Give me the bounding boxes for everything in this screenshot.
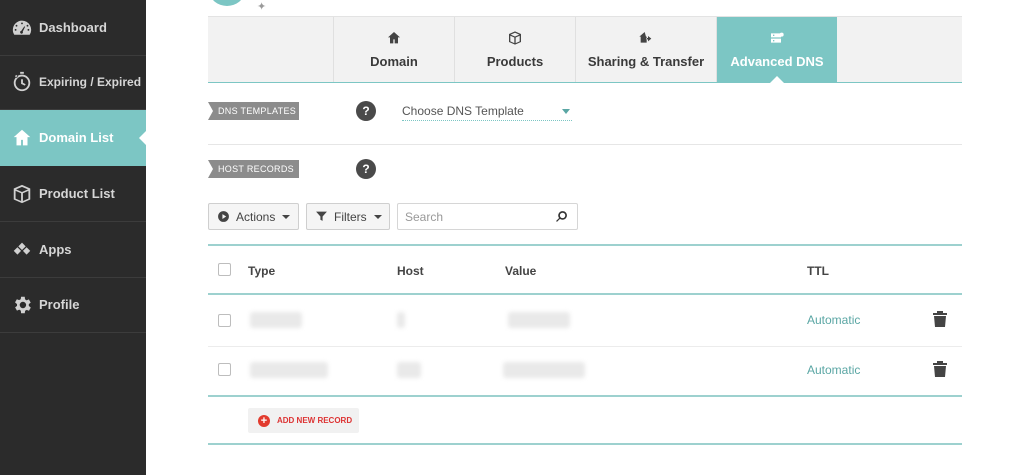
tag-icon: ✦ xyxy=(257,1,267,13)
trash-icon[interactable] xyxy=(933,361,947,377)
avatar xyxy=(210,0,244,6)
sidebar-item-profile[interactable]: Profile xyxy=(0,277,146,333)
column-ttl: TTL xyxy=(807,264,829,278)
trash-icon[interactable] xyxy=(933,311,947,327)
chevron-down-icon xyxy=(282,214,291,219)
box-icon xyxy=(11,183,33,205)
table-bottom-border xyxy=(208,395,962,397)
tab-label: Domain xyxy=(370,54,418,69)
search-input[interactable]: Search xyxy=(397,203,578,230)
redacted-value xyxy=(508,312,570,328)
sidebar-item-label: Dashboard xyxy=(39,20,107,35)
sidebar-item-label: Apps xyxy=(39,242,72,257)
select-all-checkbox[interactable] xyxy=(218,263,231,276)
tab-label: Advanced DNS xyxy=(730,54,824,69)
sidebar-item-product-list[interactable]: Product List xyxy=(0,166,146,222)
tabs-bar: Domain Products Sharing & Transfer Advan… xyxy=(208,17,962,83)
share-arrow-icon xyxy=(638,30,654,46)
tab-domain[interactable]: Domain xyxy=(333,17,454,82)
table-row: Automatic xyxy=(208,346,962,396)
table-header: Type Host Value TTL xyxy=(208,247,962,293)
sidebar-item-label: Domain List xyxy=(39,130,114,145)
tab-sharing-transfer[interactable]: Sharing & Transfer xyxy=(575,17,716,82)
host-records-tag: HOST RECORDS xyxy=(208,160,299,178)
filters-label: Filters xyxy=(334,209,367,224)
column-type: Type xyxy=(248,264,276,278)
dns-template-select[interactable]: Choose DNS Template xyxy=(402,102,572,121)
sidebar-item-label: Product List xyxy=(39,186,115,201)
add-new-record-button[interactable]: + ADD NEW RECORD xyxy=(248,408,359,433)
dns-templates-tag: DNS TEMPLATES xyxy=(208,102,299,120)
section-divider xyxy=(208,144,962,145)
row-checkbox[interactable] xyxy=(218,363,231,376)
stopwatch-icon xyxy=(11,71,33,93)
box-icon xyxy=(507,30,523,46)
actions-label: Actions xyxy=(236,209,276,224)
sidebar-item-label: Profile xyxy=(39,297,80,312)
diamonds-icon xyxy=(11,239,33,261)
search-icon[interactable] xyxy=(555,210,568,223)
speedometer-icon xyxy=(11,17,33,39)
column-host: Host xyxy=(397,264,424,278)
column-value: Value xyxy=(505,264,537,278)
redacted-value xyxy=(503,362,585,378)
actions-button[interactable]: Actions xyxy=(208,203,299,230)
tab-products[interactable]: Products xyxy=(454,17,575,82)
sidebar-item-expiring[interactable]: Expiring / Expired xyxy=(0,54,146,110)
sidebar-item-apps[interactable]: Apps xyxy=(0,222,146,278)
redacted-type xyxy=(250,312,302,328)
row-checkbox[interactable] xyxy=(218,314,231,327)
plus-circle-icon: + xyxy=(258,414,270,427)
chevron-down-icon xyxy=(373,214,382,219)
gear-icon xyxy=(11,294,33,316)
sidebar-item-label: Expiring / Expired xyxy=(39,74,142,89)
sidebar-item-dashboard[interactable]: Dashboard xyxy=(0,0,146,56)
search-placeholder: Search xyxy=(405,209,444,224)
play-circle-icon xyxy=(217,210,230,223)
table-row: Automatic xyxy=(208,295,962,345)
dns-templates-help-icon[interactable]: ? xyxy=(356,101,376,121)
tab-label: Sharing & Transfer xyxy=(587,54,705,69)
table-top-border xyxy=(208,244,962,246)
redacted-host xyxy=(397,312,405,328)
host-records-help-icon[interactable]: ? xyxy=(356,159,376,179)
sidebar: Dashboard Expiring / Expired Domain List… xyxy=(0,0,146,475)
redacted-host xyxy=(397,362,421,378)
filter-icon xyxy=(315,210,328,223)
tab-advanced-dns[interactable]: Advanced DNS xyxy=(716,17,837,83)
redacted-type xyxy=(250,362,328,378)
filters-button[interactable]: Filters xyxy=(306,203,390,230)
ttl-value: Automatic xyxy=(807,363,861,377)
home-icon xyxy=(11,127,33,149)
chevron-down-icon xyxy=(562,108,570,114)
home-icon xyxy=(386,30,402,46)
section-bottom-border xyxy=(208,443,962,445)
add-new-record-label: ADD NEW RECORD xyxy=(277,416,353,425)
sidebar-item-domain-list[interactable]: Domain List xyxy=(0,110,146,166)
tab-label: Products xyxy=(486,54,544,69)
ttl-value: Automatic xyxy=(807,313,861,327)
server-icon xyxy=(769,30,785,46)
dns-template-select-value: Choose DNS Template xyxy=(402,104,524,118)
